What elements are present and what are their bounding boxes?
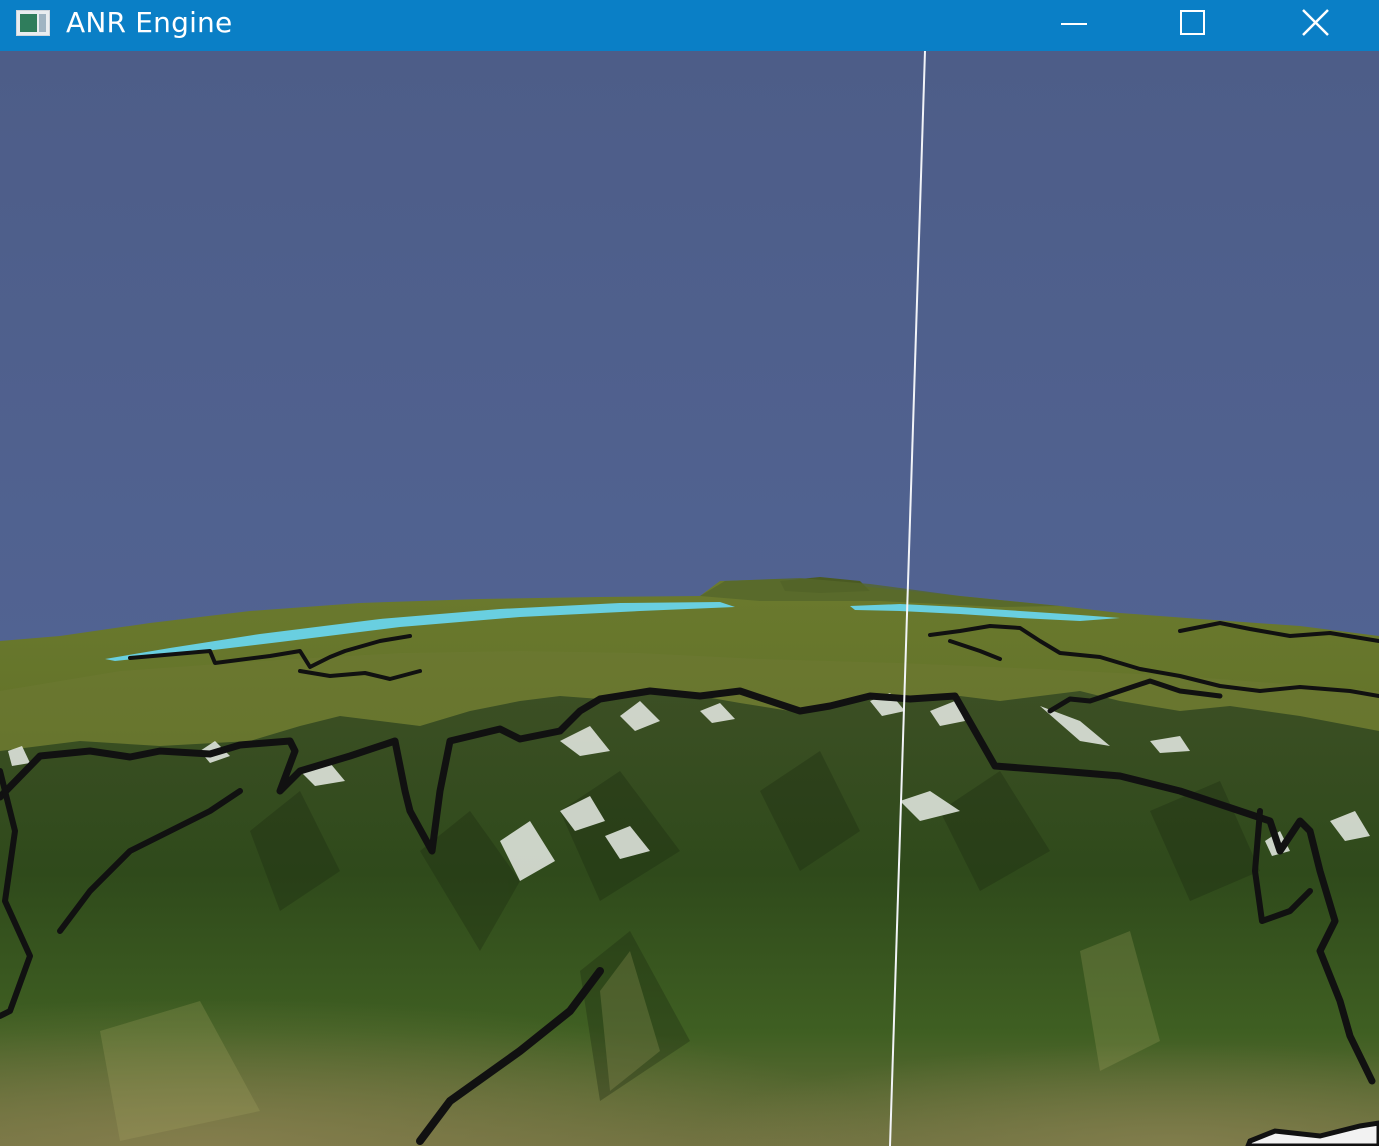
maximize-icon	[1180, 10, 1205, 35]
close-button[interactable]	[1285, 0, 1345, 51]
app-window: ANR Engine	[0, 0, 1379, 1146]
app-icon	[16, 10, 50, 36]
maximize-button[interactable]	[1163, 0, 1223, 51]
window-title: ANR Engine	[66, 6, 233, 39]
title-bar[interactable]: ANR Engine	[0, 0, 1379, 51]
minimize-button[interactable]	[1044, 0, 1104, 51]
3d-viewport[interactable]	[0, 51, 1379, 1146]
close-icon	[1302, 9, 1329, 36]
minimize-icon	[1061, 23, 1087, 25]
terrain-scene	[0, 51, 1379, 1146]
